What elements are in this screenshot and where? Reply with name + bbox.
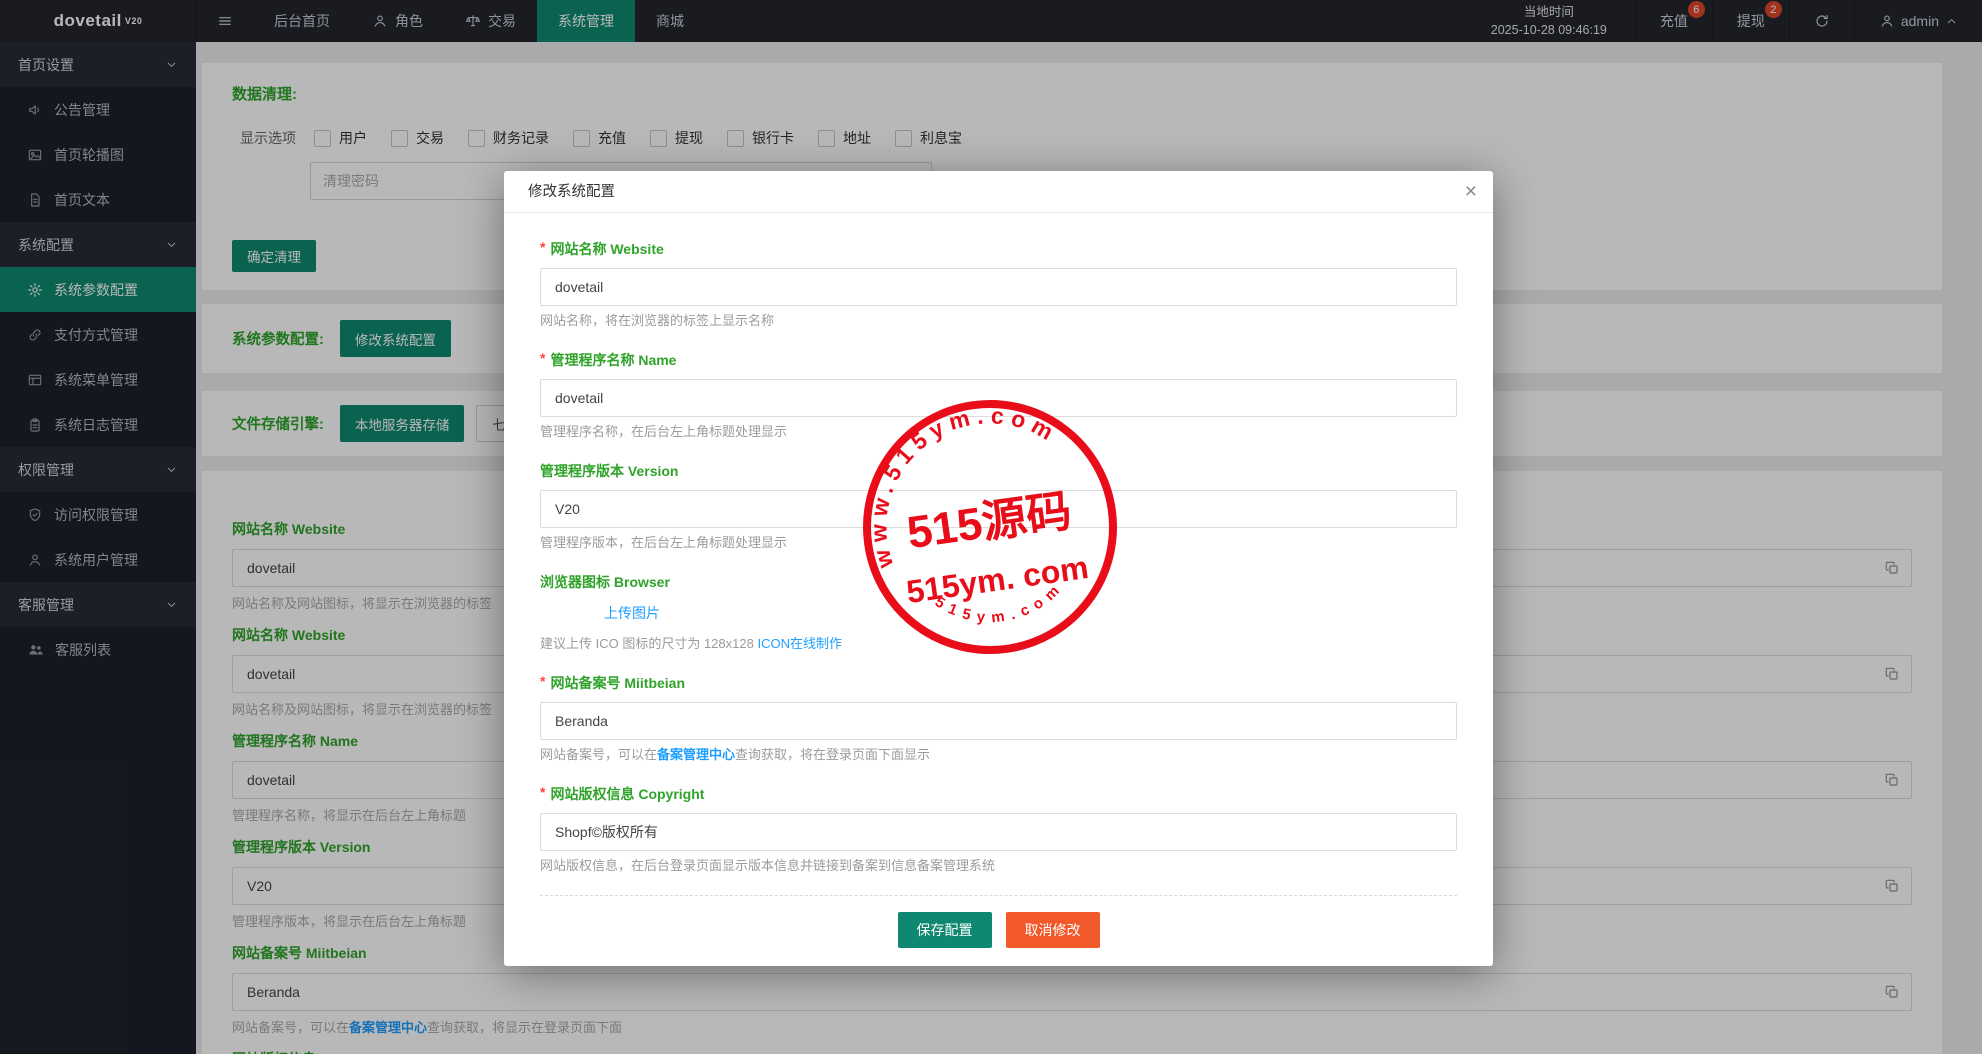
- modal-field-label-text: 网站版权信息 Copyright: [550, 786, 704, 802]
- helper-link[interactable]: 备案管理中心: [657, 747, 735, 762]
- modal-field-label-text: 管理程序版本 Version: [540, 463, 678, 479]
- close-icon[interactable]: ×: [1465, 171, 1477, 213]
- modal-header: 修改系统配置 ×: [504, 171, 1493, 213]
- modal-field-label: * 管理程序名称 Name: [540, 350, 1457, 370]
- helper-text: 建议上传 ICO 图标的尺寸为 128x128: [540, 636, 757, 651]
- modal-field-label: * 网站名称 Website: [540, 239, 1457, 259]
- modal-field-5: * 网站版权信息 Copyright 网站版权信息，在后台登录页面显示版本信息并链接…: [540, 784, 1457, 873]
- helper-text: 网站备案号，可以在: [540, 747, 657, 762]
- modal-field-helper: 网站版权信息，在后台登录页面显示版本信息并链接到备案到信息备案管理系统: [540, 859, 1457, 873]
- cancel-modify-button[interactable]: 取消修改: [1006, 912, 1100, 948]
- modal-field-input[interactable]: [540, 702, 1457, 740]
- modal-field-0: * 网站名称 Website 网站名称，将在浏览器的标签上显示名称: [540, 239, 1457, 328]
- modal-field-label: * 网站版权信息 Copyright: [540, 784, 1457, 804]
- helper-text: 管理程序名称，在后台左上角标题处理显示: [540, 424, 787, 439]
- modal-field-4: * 网站备案号 Miitbeian 网站备案号，可以在备案管理中心查询获取，将在登录…: [540, 673, 1457, 762]
- app-window: dovetailV20 后台首页角色交易系统管理商城 当地时间 2025-10-…: [0, 0, 1982, 1054]
- modal-field-helper: 网站名称，将在浏览器的标签上显示名称: [540, 314, 1457, 328]
- required-asterisk: *: [540, 784, 545, 800]
- modal-field-label: 浏览器图标 Browser: [540, 572, 1457, 592]
- upload-image-link[interactable]: 上传图片: [604, 603, 660, 623]
- modal-field-1: * 管理程序名称 Name 管理程序名称，在后台左上角标题处理显示: [540, 350, 1457, 439]
- modal-field-helper: 建议上传 ICO 图标的尺寸为 128x128 ICON在线制作: [540, 637, 1457, 651]
- modal-field-2: 管理程序版本 Version 管理程序版本，在后台左上角标题处理显示: [540, 461, 1457, 550]
- helper-text: 管理程序版本，在后台左上角标题处理显示: [540, 535, 787, 550]
- required-asterisk: *: [540, 673, 545, 689]
- modal-field-label-text: 管理程序名称 Name: [550, 352, 676, 368]
- modal-field-3: 浏览器图标 Browser 上传图片建议上传 ICO 图标的尺寸为 128x128…: [540, 572, 1457, 651]
- modal-field-input[interactable]: [540, 490, 1457, 528]
- modal-field-input[interactable]: [540, 268, 1457, 306]
- required-asterisk: *: [540, 239, 545, 255]
- modal-field-label: * 网站备案号 Miitbeian: [540, 673, 1457, 693]
- modal-field-label: 管理程序版本 Version: [540, 461, 1457, 481]
- modal-field-label-text: 浏览器图标 Browser: [540, 574, 670, 590]
- modal-field-label-text: 网站名称 Website: [550, 241, 663, 257]
- helper-text: 网站名称，将在浏览器的标签上显示名称: [540, 313, 774, 328]
- modal-field-label-text: 网站备案号 Miitbeian: [550, 675, 685, 691]
- helper-text: 网站版权信息，在后台登录页面显示版本信息并链接到备案到信息备案管理系统: [540, 858, 995, 873]
- modal-field-helper: 网站备案号，可以在备案管理中心查询获取，将在登录页面下面显示: [540, 748, 1457, 762]
- modal-title: 修改系统配置: [528, 184, 615, 200]
- modal-footer: 保存配置 取消修改: [540, 895, 1457, 966]
- save-config-button[interactable]: 保存配置: [898, 912, 992, 948]
- helper-link[interactable]: ICON在线制作: [757, 636, 842, 651]
- modal-field-input[interactable]: [540, 379, 1457, 417]
- modal-field-helper: 管理程序名称，在后台左上角标题处理显示: [540, 425, 1457, 439]
- required-asterisk: *: [540, 350, 545, 366]
- helper-text: 查询获取，将在登录页面下面显示: [735, 747, 930, 762]
- modify-system-config-modal: 修改系统配置 × * 网站名称 Website 网站名称，将在浏览器的标签上显示名称…: [504, 171, 1493, 966]
- modal-field-helper: 管理程序版本，在后台左上角标题处理显示: [540, 536, 1457, 550]
- modal-field-input[interactable]: [540, 813, 1457, 851]
